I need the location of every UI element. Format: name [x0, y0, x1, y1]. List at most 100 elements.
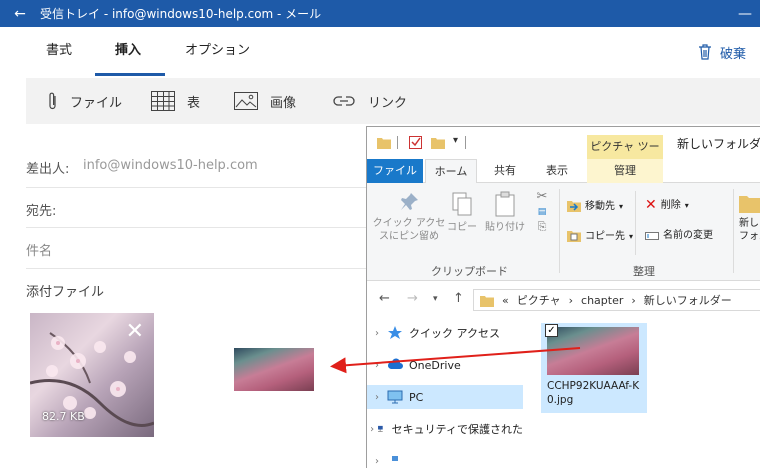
network-drive-icon	[378, 425, 384, 432]
folder-icon	[377, 138, 391, 149]
insert-file-label: ファイル	[70, 95, 123, 111]
divider	[397, 136, 398, 149]
folder-icon	[480, 295, 494, 307]
insert-table-label: 表	[187, 95, 201, 111]
tab-format[interactable]: 書式	[46, 27, 72, 77]
copy-button[interactable]: コピー	[447, 191, 477, 234]
to-label[interactable]: 宛先:	[26, 200, 56, 219]
nav-item-quick-access[interactable]: › クイック アクセス	[367, 321, 523, 345]
selection-checkbox[interactable]: ✓	[545, 324, 558, 337]
expand-chevron-icon[interactable]: ›	[367, 328, 387, 339]
mail-window-title: 受信トレイ - info@windows10-help.com - メール	[40, 7, 322, 21]
discard-label: 破棄	[719, 46, 746, 62]
cut-icon[interactable]: ✂	[533, 189, 551, 204]
insert-link-button[interactable]: リンク	[332, 78, 407, 124]
explorer-ribbon-tabs: ファイル ホーム 共有 表示 管理	[367, 159, 760, 183]
back-icon[interactable]: ←	[379, 291, 390, 306]
paperclip-icon	[49, 92, 56, 110]
expand-chevron-icon[interactable]: ›	[367, 456, 387, 467]
breadcrumb-overflow[interactable]: «	[502, 294, 509, 307]
paste-shortcut-icon[interactable]: ⎘	[533, 220, 551, 234]
copy-icon	[452, 192, 472, 216]
back-arrow-icon[interactable]: ←	[0, 6, 40, 22]
nav-item-network[interactable]: ›	[367, 449, 523, 468]
paste-button[interactable]: 貼り付け	[483, 191, 527, 234]
from-label: 差出人:	[26, 162, 70, 177]
quick-access-dropdown-icon[interactable]: ▾	[453, 135, 458, 146]
paste-label: 貼り付け	[485, 222, 525, 233]
expand-chevron-icon[interactable]: ›	[367, 392, 387, 403]
discard-button[interactable]: 破棄	[698, 27, 746, 77]
insert-image-button[interactable]: 画像	[234, 78, 296, 124]
cloud-icon	[387, 358, 403, 369]
table-icon	[151, 91, 175, 111]
insert-file-button[interactable]: ファイル	[48, 78, 122, 124]
copy-to-icon	[567, 231, 581, 242]
expand-chevron-icon[interactable]: ›	[367, 424, 377, 435]
move-to-button[interactable]: 移動先 ▾	[567, 199, 623, 213]
new-folder-label: 新し フォル	[739, 218, 760, 242]
divider	[26, 187, 366, 188]
insert-link-label: リンク	[368, 95, 408, 111]
file-thumbnail	[547, 327, 639, 375]
copy-to-button[interactable]: コピー先 ▾	[567, 229, 633, 243]
insert-table-button[interactable]: 表	[151, 78, 200, 124]
clipboard-group-label: クリップボード	[431, 265, 508, 278]
new-folder-icon[interactable]	[431, 136, 445, 149]
minimize-icon[interactable]: —	[730, 6, 760, 22]
address-input[interactable]: « ピクチャ › chapter › 新しいフォルダー	[473, 289, 760, 311]
copy-path-icon[interactable]: ▤	[533, 207, 551, 217]
star-icon	[388, 326, 402, 339]
active-tab-indicator	[95, 73, 165, 76]
breadcrumb-new-folder[interactable]: 新しいフォルダー	[644, 292, 732, 308]
trash-icon	[698, 44, 711, 60]
organize-group-label: 整理	[633, 265, 655, 278]
from-value[interactable]: info@windows10-help.com	[83, 158, 258, 173]
computer-icon	[387, 390, 403, 404]
explorer-titlebar: ▾ ピクチャ ツール 新しいフォルダー	[367, 127, 760, 177]
copy-label: コピー	[447, 222, 477, 233]
new-folder-button[interactable]: 新し フォル	[739, 193, 760, 243]
rename-button[interactable]: 名前の変更	[645, 229, 713, 242]
delete-label: 削除	[660, 200, 681, 211]
nav-item-secure-location[interactable]: › セキュリティで保護された	[367, 417, 523, 441]
up-icon[interactable]: ↑	[453, 291, 464, 306]
nav-label: クイック アクセス	[409, 327, 500, 340]
breadcrumb-separator: ›	[631, 293, 636, 307]
explorer-window: ▾ ピクチャ ツール 新しいフォルダー ファイル ホーム 共有 表示 管理 クイ…	[366, 126, 760, 468]
tab-insert[interactable]: 挿入	[115, 27, 141, 77]
file-name: CCHP92KUAAAf-K0.jpg	[547, 380, 640, 406]
ribbon-tabs: 書式 挿入 オプション 破棄	[0, 27, 760, 77]
tab-home[interactable]: ホーム	[425, 159, 477, 183]
file-item[interactable]: ✓ CCHP92KUAAAf-K0.jpg	[541, 323, 647, 413]
pin-quick-access-button[interactable]: クイック アクセ スにピン留め	[371, 191, 447, 243]
tab-file[interactable]: ファイル	[367, 159, 423, 183]
network-icon	[392, 456, 398, 461]
tab-view[interactable]: 表示	[533, 159, 581, 183]
nav-label: PC	[409, 390, 424, 404]
subject-field[interactable]: 件名	[26, 240, 52, 259]
expand-chevron-icon[interactable]: ›	[367, 360, 387, 371]
tab-options[interactable]: オプション	[185, 27, 250, 77]
forward-icon[interactable]: →	[407, 291, 418, 306]
tab-manage[interactable]: 管理	[587, 159, 663, 183]
breadcrumb-pictures[interactable]: ピクチャ	[517, 292, 561, 308]
tab-share[interactable]: 共有	[481, 159, 529, 183]
delete-button[interactable]: ✕ 削除 ▾	[645, 198, 689, 212]
remove-attachment-icon[interactable]: ✕	[126, 319, 144, 344]
divider	[465, 136, 466, 149]
rename-icon	[645, 231, 659, 240]
nav-item-onedrive[interactable]: › OneDrive	[367, 353, 523, 377]
image-icon	[234, 92, 258, 110]
clipboard-small-buttons: ✂ ▤ ⎘	[533, 189, 551, 234]
move-to-icon	[567, 201, 581, 212]
link-icon	[333, 96, 355, 106]
divider	[26, 227, 366, 228]
breadcrumb-chapter[interactable]: chapter	[581, 294, 623, 307]
attachment-thumbnail[interactable]: ✕ 82.7 KB	[30, 313, 154, 437]
properties-check-icon[interactable]	[409, 136, 423, 149]
pin-label: クイック アクセ スにピン留め	[372, 218, 446, 242]
recent-locations-icon[interactable]: ▾	[433, 294, 438, 304]
divider	[635, 191, 636, 255]
nav-item-pc[interactable]: › PC	[367, 385, 523, 409]
